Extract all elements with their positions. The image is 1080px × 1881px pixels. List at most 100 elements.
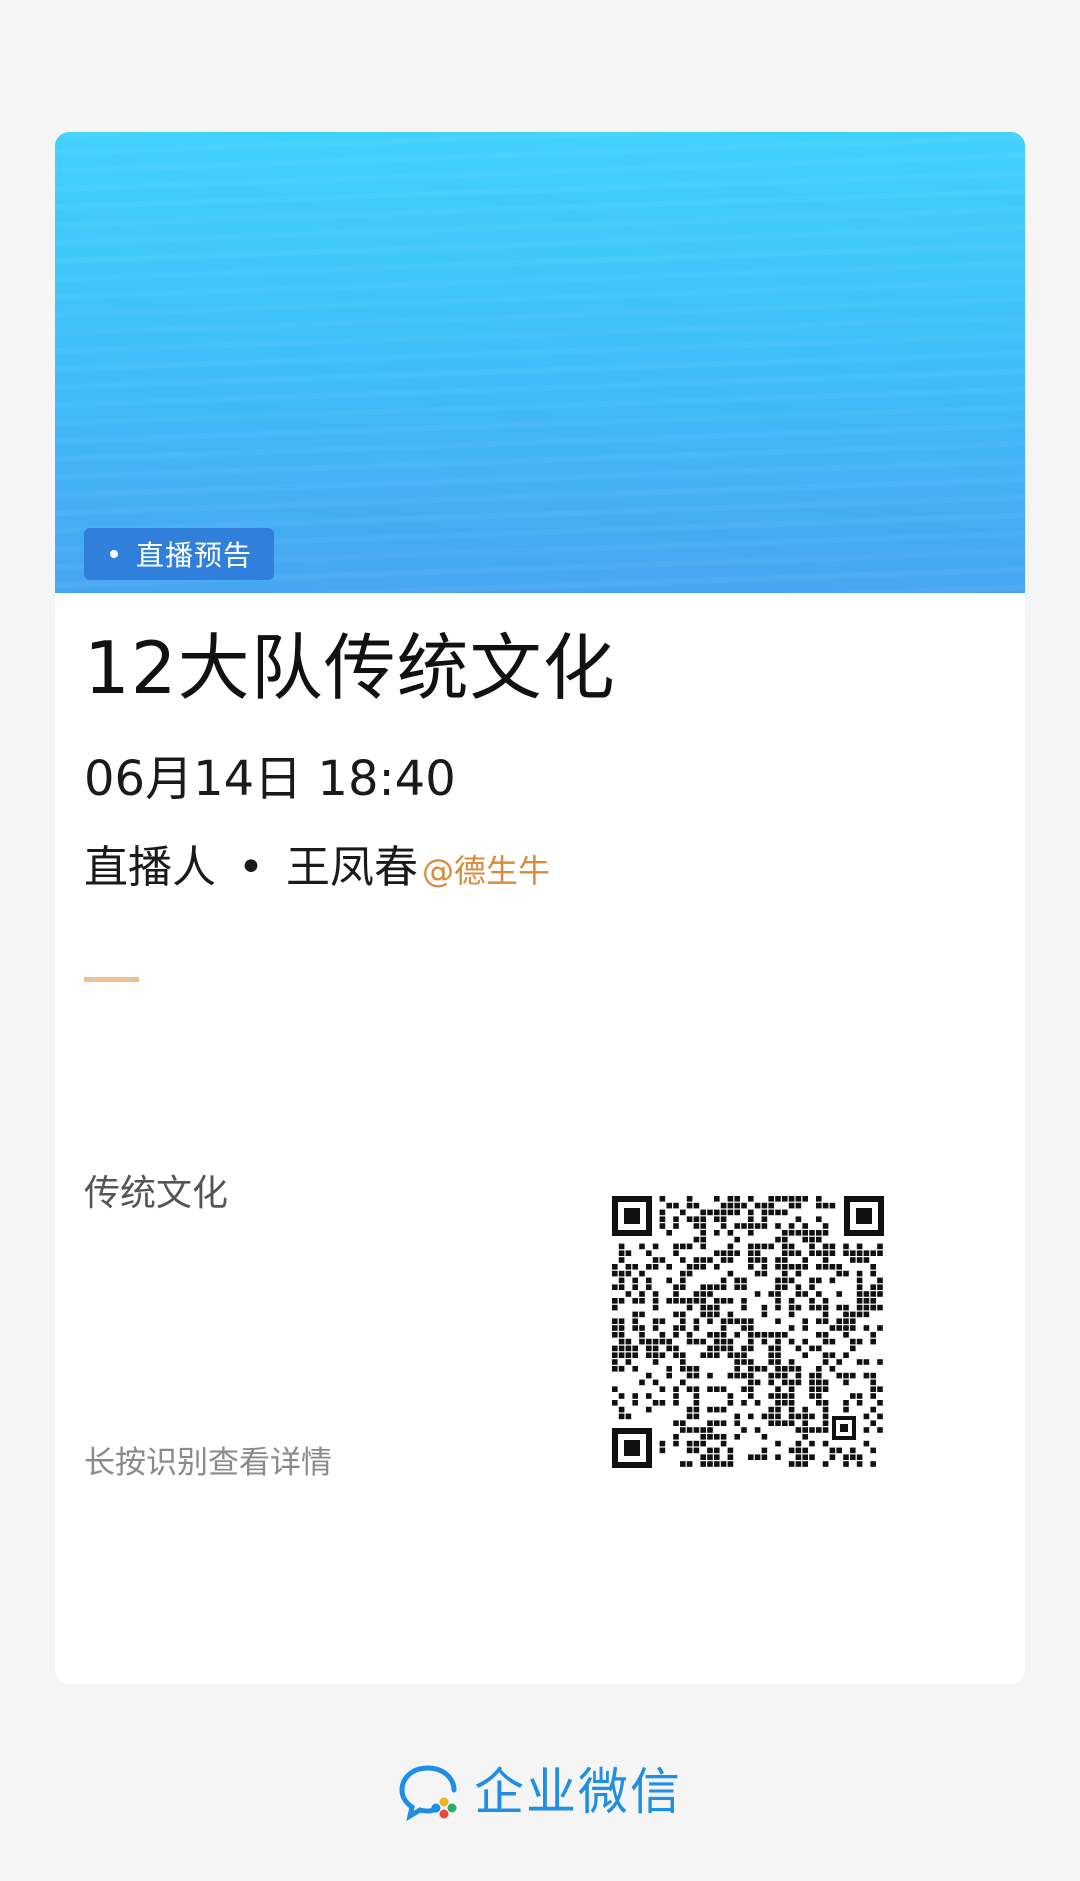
- qr-module: [775, 1413, 781, 1420]
- qr-module: [829, 1277, 836, 1284]
- qr-module: [856, 1304, 863, 1311]
- qr-module: [646, 1338, 652, 1345]
- qr-module: [850, 1325, 856, 1331]
- qr-module: [768, 1209, 774, 1216]
- qr-module: [707, 1420, 713, 1426]
- qr-module: [734, 1250, 740, 1256]
- qr-module: [612, 1359, 618, 1365]
- qr-module: [802, 1454, 808, 1460]
- qr-module: [836, 1359, 842, 1365]
- qr-module: [612, 1400, 618, 1406]
- qr-module: [768, 1196, 774, 1202]
- qr-module: [761, 1413, 768, 1420]
- qr-module: [618, 1270, 625, 1277]
- qr-module: [754, 1427, 761, 1433]
- qr-module: [816, 1277, 822, 1284]
- qr-module: [632, 1352, 638, 1358]
- qr-module: [816, 1318, 822, 1324]
- qr-module: [822, 1202, 829, 1209]
- qr-module: [816, 1230, 822, 1236]
- qr-module: [761, 1216, 768, 1222]
- page: 直播预告 12大队传统文化 06月14日 18:40 直播人 • 王凤春 @德生…: [0, 0, 1080, 1881]
- qr-module: [639, 1291, 645, 1297]
- qr-module: [625, 1291, 632, 1297]
- qr-module: [768, 1379, 774, 1386]
- qr-module: [714, 1230, 720, 1236]
- qr-module: [734, 1332, 740, 1338]
- qr-module: [795, 1216, 802, 1222]
- qr-module: [843, 1379, 849, 1386]
- qr-module: [686, 1270, 693, 1277]
- qr-module: [809, 1427, 815, 1433]
- qr-module: [816, 1332, 822, 1338]
- qr-module: [775, 1406, 781, 1413]
- qr-module: [850, 1338, 856, 1345]
- qr-module: [673, 1243, 679, 1250]
- qr-module: [734, 1202, 740, 1209]
- qr-module: [686, 1427, 693, 1433]
- qr-module: [768, 1291, 774, 1297]
- qr-module: [707, 1304, 713, 1311]
- qr-module: [802, 1230, 808, 1236]
- qr-module: [673, 1440, 679, 1447]
- host-separator: •: [238, 842, 264, 893]
- qr-module: [761, 1366, 768, 1372]
- qr-module: [788, 1264, 795, 1270]
- qr-module: [632, 1325, 638, 1331]
- qr-module: [686, 1304, 693, 1311]
- qr-module: [727, 1393, 734, 1399]
- qr-module: [707, 1352, 713, 1358]
- qr-module: [646, 1352, 652, 1358]
- qr-module: [741, 1325, 747, 1331]
- qr-module: [795, 1440, 802, 1447]
- qr-module: [632, 1345, 638, 1352]
- qr-module: [727, 1311, 734, 1318]
- qr-code-icon[interactable]: [612, 1196, 884, 1468]
- qr-module: [618, 1243, 625, 1250]
- qr-module: [727, 1250, 734, 1256]
- qr-module: [720, 1298, 727, 1304]
- qr-module: [850, 1345, 856, 1352]
- qr-module: [659, 1440, 666, 1447]
- qr-module: [877, 1386, 883, 1392]
- qr-module: [856, 1277, 863, 1284]
- qr-module: [727, 1202, 734, 1209]
- qr-module: [659, 1216, 666, 1222]
- qr-module: [802, 1223, 808, 1229]
- qr-module: [809, 1345, 815, 1352]
- qr-module: [802, 1352, 808, 1358]
- qr-module: [673, 1345, 679, 1352]
- qr-module: [659, 1332, 666, 1338]
- qr-module: [761, 1264, 768, 1270]
- qr-module: [775, 1196, 781, 1202]
- qr-module: [850, 1447, 856, 1454]
- qr-module: [680, 1379, 686, 1386]
- qr-module: [795, 1284, 802, 1290]
- qr-module: [673, 1311, 679, 1318]
- qr-module: [829, 1250, 836, 1256]
- qr-module: [646, 1393, 652, 1399]
- qr-module: [686, 1366, 693, 1372]
- qr-module: [870, 1270, 876, 1277]
- qr-module: [639, 1379, 645, 1386]
- qr-module: [652, 1379, 659, 1386]
- qr-module: [870, 1298, 876, 1304]
- qr-module: [693, 1386, 700, 1392]
- qr-module: [693, 1393, 700, 1399]
- qr-module: [618, 1393, 625, 1399]
- qr-module: [822, 1440, 829, 1447]
- qr-module: [727, 1209, 734, 1216]
- live-title: 12大队传统文化: [84, 626, 616, 710]
- qr-module: [734, 1236, 740, 1243]
- qr-module: [652, 1304, 659, 1311]
- qr-module: [714, 1216, 720, 1222]
- qr-module: [802, 1257, 808, 1263]
- qr-module: [666, 1230, 672, 1236]
- qr-module: [843, 1318, 849, 1324]
- qr-module: [720, 1325, 727, 1331]
- qr-module: [700, 1454, 706, 1460]
- qr-module: [720, 1386, 727, 1392]
- qr-module: [856, 1291, 863, 1297]
- qr-module: [680, 1359, 686, 1365]
- qr-module: [775, 1318, 781, 1324]
